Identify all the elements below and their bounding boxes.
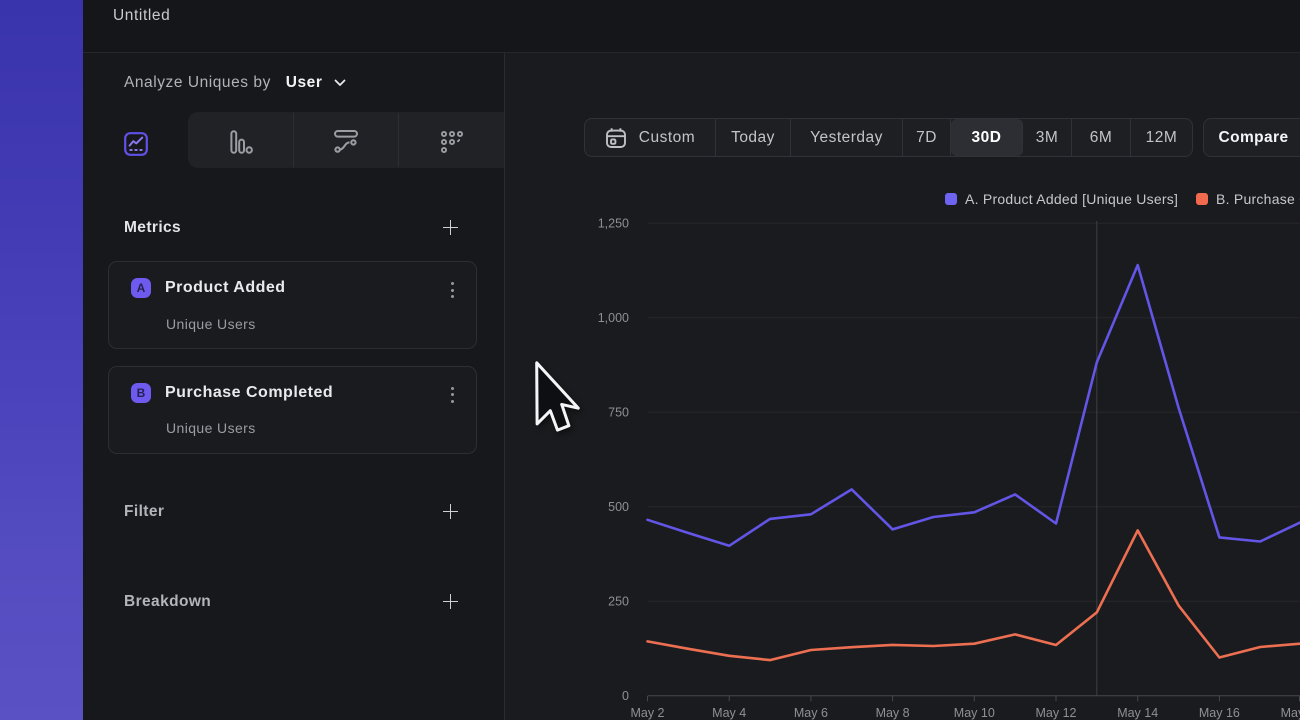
svg-text:750: 750 — [608, 406, 629, 420]
svg-text:May 2: May 2 — [630, 706, 664, 720]
svg-text:500: 500 — [608, 500, 629, 514]
svg-text:May 10: May 10 — [954, 706, 995, 720]
svg-text:1,250: 1,250 — [598, 217, 629, 231]
svg-text:May 18: May 18 — [1281, 706, 1300, 720]
svg-text:May 8: May 8 — [876, 706, 910, 720]
svg-text:1,000: 1,000 — [598, 311, 629, 325]
svg-text:May 16: May 16 — [1199, 706, 1240, 720]
svg-text:May 6: May 6 — [794, 706, 828, 720]
svg-text:250: 250 — [608, 595, 629, 609]
svg-text:May 4: May 4 — [712, 706, 746, 720]
svg-text:May 12: May 12 — [1036, 706, 1077, 720]
svg-text:0: 0 — [622, 689, 629, 703]
svg-text:May 14: May 14 — [1117, 706, 1158, 720]
